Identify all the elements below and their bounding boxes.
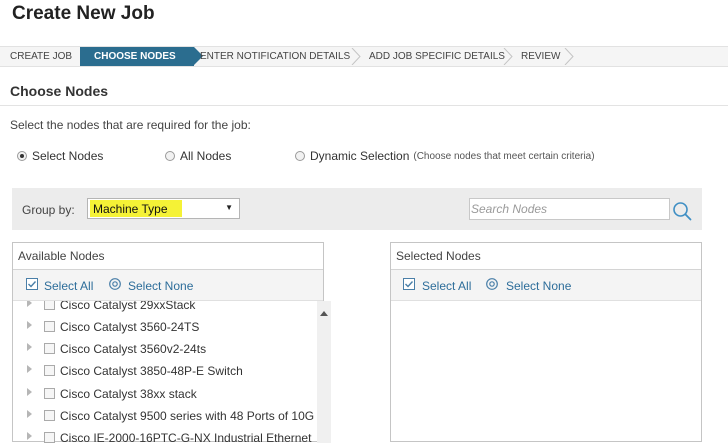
group-by-label: Group by: [22, 203, 75, 217]
radio-hint: (Choose nodes that meet certain criteria… [413, 150, 595, 162]
tree-node[interactable]: Cisco Catalyst 29xxStack [13, 301, 313, 316]
scroll-up-arrow-icon[interactable] [320, 311, 328, 316]
available-nodes-actions: Select All Select None [13, 270, 323, 301]
tree-node[interactable]: Cisco IE-2000-16PTC-G-NX Industrial Ethe… [13, 427, 313, 443]
checkbox[interactable] [44, 388, 55, 399]
expand-arrow-icon[interactable] [27, 301, 32, 307]
selected-nodes-panel: Selected Nodes Select All Select None [390, 242, 702, 442]
search-icon[interactable] [672, 201, 692, 221]
available-nodes-title: Available Nodes [13, 243, 323, 270]
expand-arrow-icon[interactable] [27, 410, 32, 418]
radio-unselected-icon[interactable] [165, 151, 175, 161]
tree-node[interactable]: Cisco Catalyst 9500 series with 48 Ports… [13, 405, 315, 427]
chevron-right-icon [503, 48, 513, 65]
tree-node[interactable]: Cisco Catalyst 3850-48P-E Switch [13, 360, 313, 382]
tree-node-label: Cisco Catalyst 9500 series with 48 Ports… [60, 409, 315, 423]
wizard-step-create-job[interactable]: CREATE JOB [10, 47, 72, 66]
tree-node-label: Cisco Catalyst 3560v2-24ts [60, 342, 207, 356]
checkbox[interactable] [44, 321, 55, 332]
available-select-all-link[interactable]: Select All [44, 279, 93, 293]
wizard-progress: CREATE JOB CHOOSE NODES ENTER NOTIFICATI… [0, 46, 728, 67]
available-nodes-tree: Cisco Catalyst 29xxStack Cisco Catalyst … [13, 301, 317, 443]
select-none-icon[interactable] [486, 278, 498, 290]
expand-arrow-icon[interactable] [27, 321, 32, 329]
tree-node-label: Cisco Catalyst 29xxStack [60, 301, 196, 312]
search-nodes-input[interactable] [469, 198, 670, 220]
page-title: Create New Job [12, 3, 155, 24]
radio-label: All Nodes [180, 149, 232, 163]
selected-select-none-link[interactable]: Select None [506, 279, 571, 293]
wizard-step-review[interactable]: REVIEW [521, 47, 560, 66]
tree-node[interactable]: Cisco Catalyst 38xx stack [13, 383, 313, 405]
select-none-icon[interactable] [109, 278, 121, 290]
divider [0, 105, 728, 106]
selected-select-all-link[interactable]: Select All [422, 279, 471, 293]
radio-unselected-icon[interactable] [295, 151, 305, 161]
wizard-step-choose-nodes[interactable]: CHOOSE NODES [80, 47, 203, 66]
checkbox[interactable] [44, 365, 55, 376]
instruction-text: Select the nodes that are required for t… [10, 118, 251, 132]
expand-arrow-icon[interactable] [27, 365, 32, 373]
check-all-icon[interactable] [26, 278, 38, 290]
radio-select-nodes[interactable]: Select Nodes [17, 148, 103, 164]
wizard-step-job-specific-details[interactable]: ADD JOB SPECIFIC DETAILS [369, 47, 505, 66]
chevron-right-icon [564, 48, 574, 65]
selected-nodes-actions: Select All Select None [391, 270, 701, 301]
radio-selected-icon[interactable] [17, 151, 27, 161]
group-by-value: Machine Type [93, 202, 168, 216]
radio-dynamic-selection[interactable]: Dynamic Selection (Choose nodes that mee… [295, 148, 595, 164]
checkbox[interactable] [44, 301, 55, 310]
checkbox[interactable] [44, 343, 55, 354]
checkbox[interactable] [44, 432, 55, 443]
tree-node[interactable]: Cisco Catalyst 3560v2-24ts [13, 338, 313, 360]
expand-arrow-icon[interactable] [27, 388, 32, 396]
tree-node-label: Cisco Catalyst 3850-48P-E Switch [60, 364, 243, 378]
tree-scrollbar[interactable] [317, 301, 331, 443]
tree-node-label: Cisco Catalyst 3560-24TS [60, 320, 200, 334]
radio-label: Dynamic Selection [310, 149, 410, 163]
section-title: Choose Nodes [10, 83, 109, 99]
wizard-step-notification-details[interactable]: ENTER NOTIFICATION DETAILS [200, 47, 350, 66]
expand-arrow-icon[interactable] [27, 432, 32, 440]
radio-label: Select Nodes [32, 149, 104, 163]
checkbox[interactable] [44, 410, 55, 421]
expand-arrow-icon[interactable] [27, 343, 32, 351]
check-all-icon[interactable] [403, 278, 415, 290]
selected-nodes-title: Selected Nodes [391, 243, 701, 270]
dropdown-arrow-icon: ▼ [225, 203, 233, 212]
tree-node-label: Cisco IE-2000-16PTC-G-NX Industrial Ethe… [60, 431, 312, 443]
chevron-right-icon [351, 48, 361, 65]
available-select-none-link[interactable]: Select None [128, 279, 193, 293]
available-nodes-panel: Available Nodes Select All Select None C… [12, 242, 331, 443]
group-by-select[interactable]: Machine Type ▼ [87, 198, 240, 219]
radio-all-nodes[interactable]: All Nodes [165, 148, 231, 164]
tree-node[interactable]: Cisco Catalyst 3560-24TS [13, 316, 313, 338]
tree-node-label: Cisco Catalyst 38xx stack [60, 387, 197, 401]
